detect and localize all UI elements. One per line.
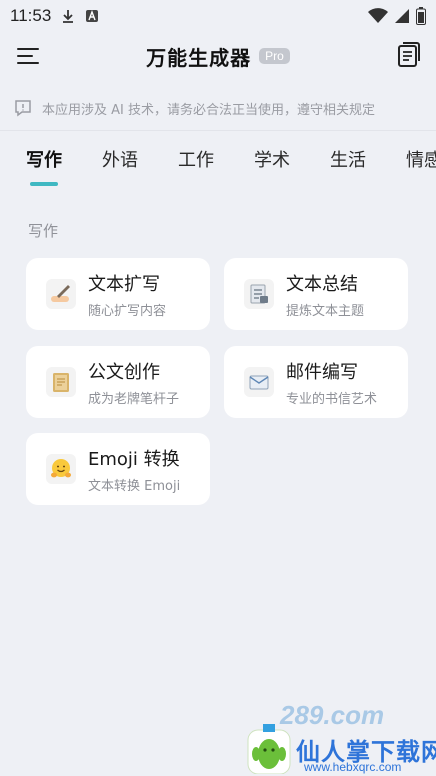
page-title: 万能生成器 bbox=[146, 45, 252, 70]
watermark-logo: 289.com bbox=[280, 700, 385, 730]
tool-desc: 专业的书信艺术 bbox=[286, 391, 378, 407]
tool-desc: 成为老牌笔杆子 bbox=[88, 391, 180, 407]
tool-desc: 随心扩写内容 bbox=[88, 303, 167, 319]
divider bbox=[0, 130, 436, 131]
folder-icon bbox=[46, 367, 76, 397]
pro-badge[interactable]: Pro bbox=[259, 48, 290, 64]
tool-name: Emoji 转换 bbox=[88, 448, 180, 470]
document-icon bbox=[244, 279, 274, 309]
site-watermark: 289.com 仙人掌下载网 www.hebxqrc.com bbox=[246, 700, 436, 774]
tab-writing[interactable]: 写作 bbox=[26, 146, 62, 192]
status-time: 11:53 bbox=[10, 6, 52, 25]
active-tab-indicator bbox=[30, 182, 58, 186]
tool-card-text-summary[interactable]: 文本总结 提炼文本主题 bbox=[224, 258, 408, 330]
cactus-logo-icon bbox=[247, 724, 291, 774]
signal-icon bbox=[395, 9, 409, 23]
writing-hand-icon bbox=[46, 279, 76, 309]
tool-card-emoji-convert[interactable]: Emoji 转换 文本转换 Emoji bbox=[26, 433, 210, 505]
a-box-icon bbox=[86, 10, 99, 22]
tool-name: 文本总结 bbox=[286, 273, 358, 295]
menu-icon[interactable] bbox=[16, 44, 40, 68]
tool-desc: 文本转换 Emoji bbox=[88, 478, 181, 494]
tab-academic[interactable]: 学术 bbox=[254, 146, 290, 192]
tab-life[interactable]: 生活 bbox=[330, 146, 366, 192]
history-icon[interactable] bbox=[396, 42, 420, 68]
app-bar: 万能生成器 Pro bbox=[0, 32, 436, 80]
tool-name: 公文创作 bbox=[88, 361, 160, 383]
status-bar: 11:53 bbox=[0, 0, 436, 32]
wifi-icon bbox=[368, 8, 388, 23]
hugging-face-icon bbox=[46, 454, 76, 484]
tool-desc: 提炼文本主题 bbox=[286, 303, 365, 319]
category-tabs: 写作 外语 工作 学术 生活 情感 bbox=[0, 146, 436, 192]
tool-card-email-writing[interactable]: 邮件编写 专业的书信艺术 bbox=[224, 346, 408, 418]
tab-work[interactable]: 工作 bbox=[178, 146, 214, 192]
battery-icon bbox=[416, 7, 426, 25]
ai-notice: 本应用涉及 AI 技术，请务必合法正当使用，遵守相关规定 bbox=[0, 88, 436, 128]
info-icon bbox=[15, 100, 31, 117]
watermark-url: www.hebxqrc.com bbox=[304, 760, 402, 774]
download-icon bbox=[63, 10, 74, 23]
section-title: 写作 bbox=[28, 222, 59, 240]
notice-text: 本应用涉及 AI 技术，请务必合法正当使用，遵守相关规定 bbox=[42, 102, 375, 118]
tool-card-text-expand[interactable]: 文本扩写 随心扩写内容 bbox=[26, 258, 210, 330]
tool-name: 邮件编写 bbox=[286, 361, 358, 383]
tab-foreign-language[interactable]: 外语 bbox=[102, 146, 138, 192]
tool-name: 文本扩写 bbox=[88, 273, 160, 295]
tab-emotion[interactable]: 情感 bbox=[406, 146, 436, 192]
tool-card-official-writing[interactable]: 公文创作 成为老牌笔杆子 bbox=[26, 346, 210, 418]
envelope-icon bbox=[244, 367, 274, 397]
